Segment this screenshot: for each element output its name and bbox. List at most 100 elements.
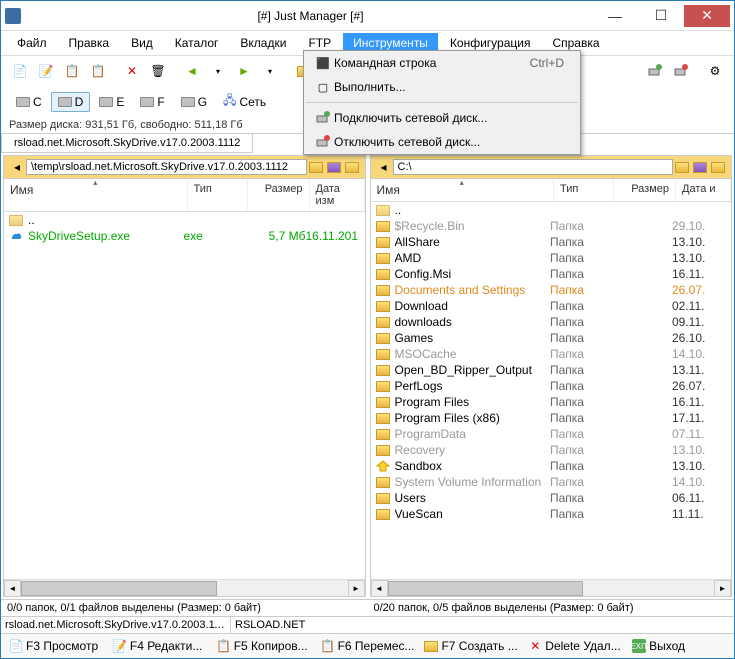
- dd-connect-drive[interactable]: Подключить сетевой диск...: [304, 106, 580, 130]
- col-name[interactable]: ▴Имя: [371, 179, 555, 201]
- menu-tabs[interactable]: Вкладки: [230, 33, 296, 53]
- scroll-right-icon[interactable]: ►: [348, 580, 365, 597]
- settings-icon[interactable]: ⚙: [704, 60, 726, 82]
- file-row[interactable]: Program FilesПапка16.11.: [371, 394, 732, 410]
- f6-move[interactable]: 📋F6 Перемес...: [317, 637, 419, 655]
- delete-key[interactable]: ✕Delete Удал...: [524, 637, 626, 655]
- file-row[interactable]: GamesПапка26.10.: [371, 330, 732, 346]
- file-row[interactable]: Documents and SettingsПапка26.07.: [371, 282, 732, 298]
- up-icon[interactable]: [343, 158, 361, 176]
- copy-icon[interactable]: 📋: [61, 60, 83, 82]
- close-button[interactable]: ✕: [684, 5, 730, 27]
- col-size[interactable]: Размер: [614, 179, 676, 201]
- file-row[interactable]: UsersПапка06.11.: [371, 490, 732, 506]
- col-date[interactable]: Дата и: [676, 179, 731, 201]
- col-name[interactable]: ▴Имя: [4, 179, 188, 211]
- hscroll-left[interactable]: ◄ ►: [4, 579, 365, 596]
- f5-copy[interactable]: 📋F5 Копиров...: [213, 637, 315, 655]
- fav-icon[interactable]: [673, 158, 691, 176]
- drive-g[interactable]: G: [174, 92, 214, 112]
- exit-key[interactable]: EXITВыход: [628, 637, 730, 655]
- file-row[interactable]: VueScanПапка11.11.: [371, 506, 732, 522]
- path-prefix-icon[interactable]: ◂: [375, 158, 393, 176]
- file-row[interactable]: ..: [4, 212, 365, 228]
- f4-edit[interactable]: 📝F4 Редакти...: [109, 637, 211, 655]
- file-list-right[interactable]: ..$Recycle.BinПапка29.10.AllShareПапка13…: [371, 202, 732, 579]
- scroll-left-icon[interactable]: ◄: [4, 580, 21, 597]
- file-row[interactable]: SkyDriveSetup.exeexe5,7 Мб16.11.201: [4, 228, 365, 244]
- drive-network[interactable]: 🖧Сеть: [216, 88, 273, 115]
- menu-file[interactable]: Файл: [7, 33, 57, 53]
- app-icon: [5, 8, 21, 24]
- file-name: System Volume Information: [395, 475, 551, 489]
- drive-d[interactable]: D: [51, 92, 91, 112]
- file-list-left[interactable]: ..SkyDriveSetup.exeexe5,7 Мб16.11.201: [4, 212, 365, 579]
- drive-e[interactable]: E: [92, 92, 131, 112]
- file-row[interactable]: DownloadПапка02.11.: [371, 298, 732, 314]
- back-icon[interactable]: ◄: [181, 60, 203, 82]
- col-date[interactable]: Дата изм: [310, 179, 365, 211]
- forward-icon[interactable]: ►: [233, 60, 255, 82]
- back-menu-icon[interactable]: ▾: [207, 60, 229, 82]
- file-type: Папка: [550, 363, 610, 377]
- drive-disconnect-icon[interactable]: [670, 60, 692, 82]
- right-pane: ◂ C:\ ▴Имя Тип Размер Дата и ..$Recycle.…: [370, 155, 733, 597]
- trash-icon[interactable]: 🗑: [147, 60, 169, 82]
- file-name: VueScan: [395, 507, 551, 521]
- up-icon[interactable]: [709, 158, 727, 176]
- file-row[interactable]: Program Files (x86)Папка17.11.: [371, 410, 732, 426]
- move-icon[interactable]: 📋: [87, 60, 109, 82]
- col-type[interactable]: Тип: [188, 179, 248, 211]
- path-input-left[interactable]: \temp\rsload.net.Microsoft.SkyDrive.v17.…: [26, 159, 307, 175]
- command-input[interactable]: [231, 617, 734, 633]
- forward-menu-icon[interactable]: ▾: [259, 60, 281, 82]
- file-date: 13.10.: [672, 235, 727, 249]
- dd-command-line[interactable]: ⬛ Командная строка Ctrl+D: [304, 51, 580, 75]
- file-row[interactable]: System Volume InformationПапка14.10.: [371, 474, 732, 490]
- history-icon[interactable]: [691, 158, 709, 176]
- dd-disconnect-drive[interactable]: Отключить сетевой диск...: [304, 130, 580, 154]
- history-icon[interactable]: [325, 158, 343, 176]
- col-size[interactable]: Размер: [248, 179, 310, 211]
- menu-view[interactable]: Вид: [121, 33, 163, 53]
- file-row[interactable]: SandboxПапка13.10.: [371, 458, 732, 474]
- hscroll-right[interactable]: ◄ ►: [371, 579, 732, 596]
- file-name: Download: [395, 299, 551, 313]
- file-row[interactable]: ..: [371, 202, 732, 218]
- maximize-button[interactable]: ☐: [638, 5, 684, 27]
- scroll-left-icon[interactable]: ◄: [371, 580, 388, 597]
- file-row[interactable]: PerfLogsПапка26.07.: [371, 378, 732, 394]
- delete-icon[interactable]: ✕: [121, 60, 143, 82]
- scroll-right-icon[interactable]: ►: [714, 580, 731, 597]
- path-input-right[interactable]: C:\: [393, 159, 674, 175]
- fav-icon[interactable]: [307, 158, 325, 176]
- file-row[interactable]: Open_BD_Ripper_OutputПапка13.11.: [371, 362, 732, 378]
- file-type: Папка: [550, 283, 610, 297]
- edit-icon[interactable]: 📝: [35, 60, 57, 82]
- drive-c[interactable]: C: [9, 92, 49, 112]
- file-row[interactable]: $Recycle.BinПапка29.10.: [371, 218, 732, 234]
- menu-catalog[interactable]: Каталог: [165, 33, 229, 53]
- f3-view[interactable]: 📄F3 Просмотр: [5, 637, 107, 655]
- tab-left[interactable]: rsload.net.Microsoft.SkyDrive.v17.0.2003…: [1, 134, 253, 153]
- path-prefix-icon[interactable]: ◂: [8, 158, 26, 176]
- menu-edit[interactable]: Правка: [59, 33, 120, 53]
- file-row[interactable]: RecoveryПапка13.10.: [371, 442, 732, 458]
- drive-connect-icon[interactable]: [644, 60, 666, 82]
- drive-f[interactable]: F: [133, 92, 171, 112]
- f7-create[interactable]: F7 Создать ...: [420, 637, 522, 655]
- file-row[interactable]: MSOCacheПапка14.10.: [371, 346, 732, 362]
- file-name: Open_BD_Ripper_Output: [395, 363, 551, 377]
- file-row[interactable]: AllShareПапка13.10.: [371, 234, 732, 250]
- delete-icon: ✕: [528, 639, 542, 653]
- file-row[interactable]: ProgramDataПапка07.11.: [371, 426, 732, 442]
- file-row[interactable]: Config.MsiПапка16.11.: [371, 266, 732, 282]
- file-row[interactable]: downloadsПапка09.11.: [371, 314, 732, 330]
- col-type[interactable]: Тип: [554, 179, 614, 201]
- file-type: exe: [184, 229, 244, 243]
- new-file-icon[interactable]: 📄: [9, 60, 31, 82]
- minimize-button[interactable]: —: [592, 5, 638, 27]
- dd-run[interactable]: ▢ Выполнить...: [304, 75, 580, 99]
- file-row[interactable]: AMDПапка13.10.: [371, 250, 732, 266]
- file-date: 26.07.: [672, 283, 727, 297]
